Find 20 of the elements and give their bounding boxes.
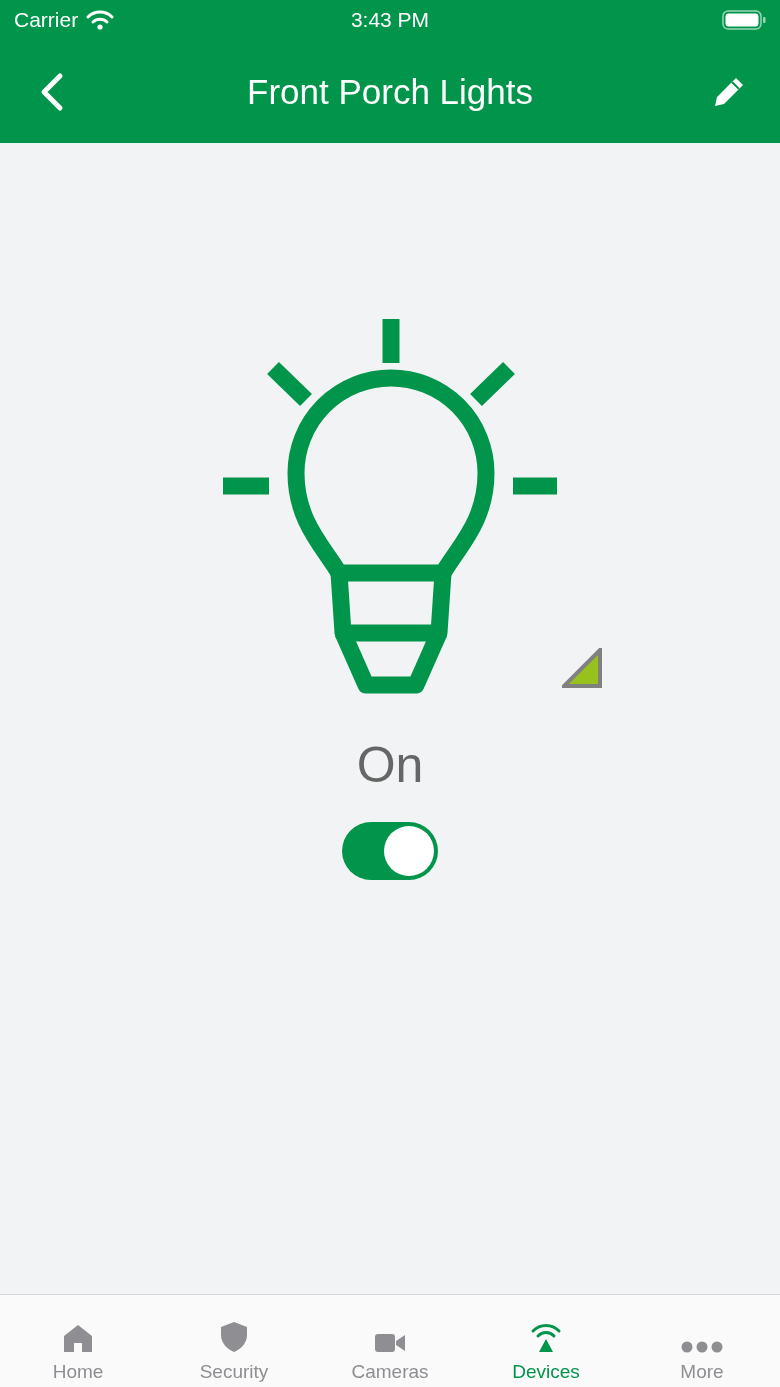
edit-button[interactable]	[714, 76, 744, 107]
shield-icon	[220, 1321, 248, 1353]
battery-icon	[722, 10, 766, 30]
signal-strength-icon	[562, 648, 602, 688]
wireless-signal-icon	[530, 1321, 562, 1353]
tab-bar-item[interactable]: Security	[156, 1295, 312, 1387]
tab-bar-item[interactable]: More	[624, 1295, 780, 1387]
tab-bar-item[interactable]: Cameras	[312, 1295, 468, 1387]
power-state-label: On	[356, 736, 424, 794]
carrier-name: Carrier	[14, 8, 79, 32]
power-toggle[interactable]	[342, 822, 438, 880]
light-bulb-icon	[222, 318, 558, 694]
tab-bar-item[interactable]: Home	[0, 1295, 156, 1387]
more-icon	[681, 1341, 723, 1353]
tab-bar-item[interactable]: Devices	[468, 1295, 624, 1387]
clock-time: 3:43 PM	[350, 8, 430, 32]
video-camera-icon	[375, 1333, 405, 1353]
page-title: Front Porch Lights	[247, 71, 533, 112]
wifi-icon	[86, 10, 115, 30]
home-icon	[63, 1323, 93, 1353]
